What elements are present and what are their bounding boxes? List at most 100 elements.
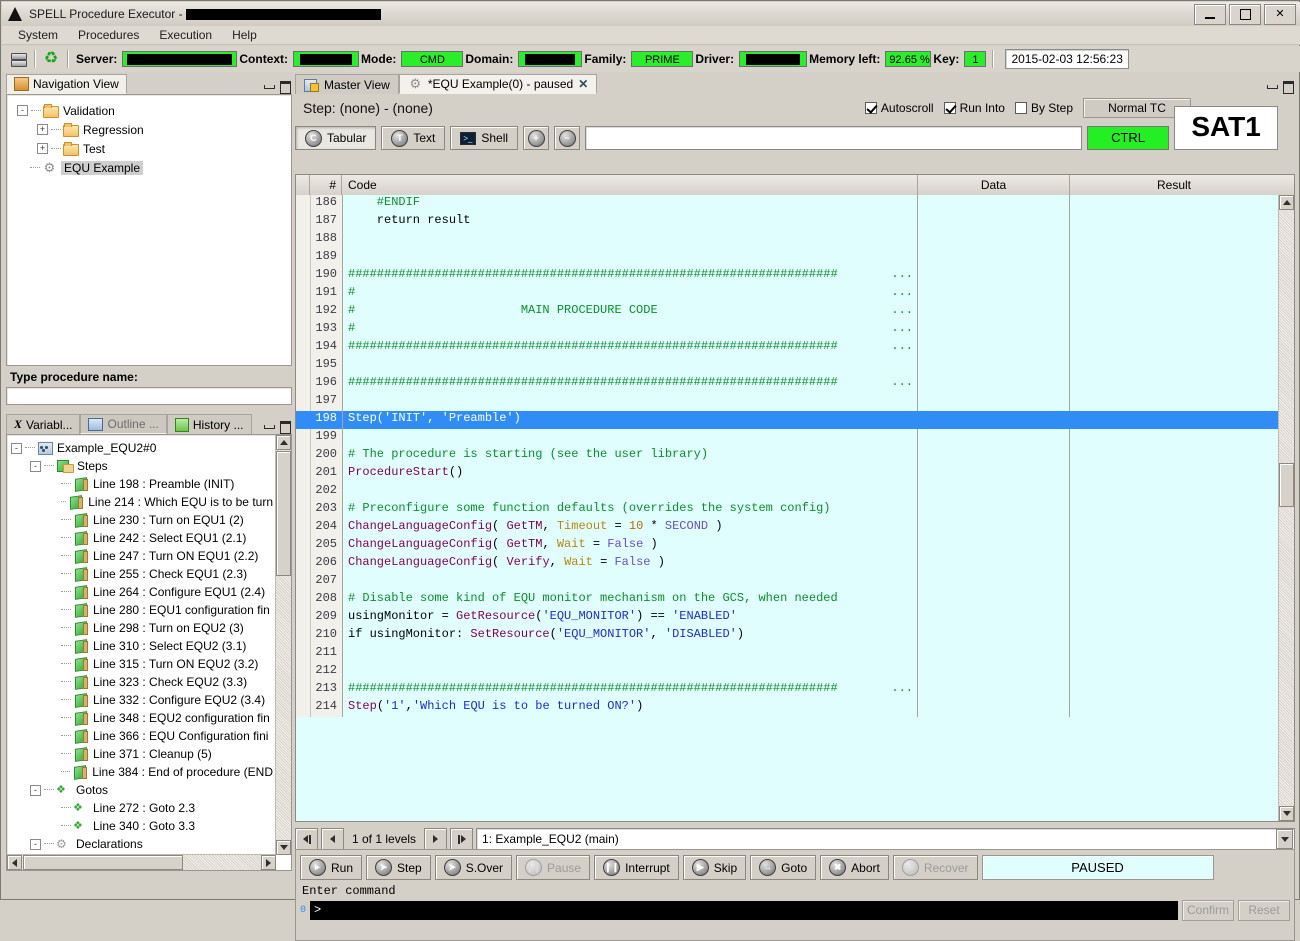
table-row[interactable]: 207 [296,573,1278,591]
list-item[interactable]: Line 247 : Turn ON EQU1 (2.2) [11,547,273,565]
table-row[interactable]: 214Step('1','Which EQU is to be turned O… [296,699,1278,717]
outline-row-declarations[interactable]: - ⚙ Declarations [11,835,273,853]
scroll-left-button[interactable] [7,855,22,870]
menu-item-procedures[interactable]: Procedures [68,27,149,43]
table-row[interactable]: 200# The procedure is starting (see the … [296,447,1278,465]
table-row[interactable]: 206ChangeLanguageConfig( Verify, Wait = … [296,555,1278,573]
close-button[interactable]: ✕ [1264,4,1296,25]
maximize-panel-icon[interactable] [1282,81,1293,91]
table-row[interactable]: 205ChangeLanguageConfig( GetTM, Wait = F… [296,537,1278,555]
minimize-panel-icon[interactable] [263,421,274,431]
outline-row-gotos[interactable]: - ❖ Gotos [11,781,273,799]
next-level-button[interactable] [424,828,447,850]
list-item[interactable]: Line 310 : Select EQU2 (3.1) [11,637,273,655]
navigation-tree[interactable]: - Validation + Regression + [6,94,292,366]
chevron-down-icon[interactable] [1276,829,1293,849]
previous-level-button[interactable] [321,828,344,850]
list-item[interactable]: ❖Line 272 : Goto 2.3 [11,799,273,817]
list-item[interactable]: Line 255 : Check EQU1 (2.3) [11,565,273,583]
list-item[interactable]: Line 198 : Preamble (INIT) [11,475,273,493]
tab-navigation-view[interactable]: Navigation View [6,74,127,94]
menu-item-system[interactable]: System [8,27,68,43]
zoom-in-button[interactable]: + [523,126,549,150]
table-row[interactable]: 201ProcedureStart() [296,465,1278,483]
tree-node-validation[interactable]: - Validation [11,101,287,120]
scroll-thumb[interactable] [276,451,291,576]
table-row[interactable]: 202 [296,483,1278,501]
skip-button[interactable]: ▶Skip [683,855,746,880]
scroll-thumb[interactable] [1279,463,1294,507]
minimize-panel-icon[interactable] [1266,81,1277,91]
expand-toggle[interactable]: - [30,839,41,850]
table-row[interactable]: 193#... [296,321,1278,339]
list-item[interactable]: Line 371 : Cleanup (5) [11,745,273,763]
list-item[interactable]: Line 242 : Select EQU1 (2.1) [11,529,273,547]
code-vertical-scrollbar[interactable] [1278,195,1294,821]
code-lines[interactable]: 186 #ENDIF 187 return result 188 189 190… [296,195,1278,821]
expand-toggle[interactable]: - [11,443,22,454]
outline-row-root[interactable]: - Example_EQU2#0 [11,439,273,457]
step-button[interactable]: ➤Step [366,855,431,880]
tree-node-regression[interactable]: + Regression [11,120,287,139]
list-item[interactable]: Line 230 : Turn on EQU1 (2) [11,511,273,529]
tab-history[interactable]: History ... [167,414,252,434]
scroll-down-button[interactable] [276,840,291,855]
list-item[interactable]: Line 348 : EQU2 configuration fin [11,709,273,727]
run-into-checkbox[interactable] [944,102,956,114]
outline-horizontal-scrollbar[interactable] [7,854,276,870]
list-item[interactable]: Line 315 : Turn ON EQU2 (3.2) [11,655,273,673]
expand-toggle[interactable]: + [37,143,48,154]
tabular-view-button[interactable]: C Tabular [295,126,376,150]
tab-equ-example[interactable]: ⚙ *EQU Example(0) - paused ✕ [399,74,597,94]
scroll-up-button[interactable] [276,435,291,450]
abort-button[interactable]: ✖Abort [820,855,889,880]
maximize-panel-icon[interactable] [279,81,290,91]
last-level-button[interactable] [450,828,473,850]
shell-view-button[interactable]: >_ Shell [450,126,518,150]
interrupt-button[interactable]: ❙❙Interrupt [594,855,679,880]
list-item[interactable]: Line 366 : EQU Configuration fini [11,727,273,745]
list-item[interactable]: Line 280 : EQU1 configuration fin [11,601,273,619]
table-row[interactable]: 204ChangeLanguageConfig( GetTM, Timeout … [296,519,1278,537]
scroll-up-button[interactable] [1279,195,1294,210]
menu-item-help[interactable]: Help [222,27,267,43]
first-level-button[interactable] [295,828,318,850]
table-row[interactable]: 210if usingMonitor: SetResource('EQU_MON… [296,627,1278,645]
outline-vertical-scrollbar[interactable] [275,435,291,855]
table-row[interactable]: 203# Preconfigure some function defaults… [296,501,1278,519]
outline-row-steps[interactable]: - Steps [11,457,273,475]
table-row[interactable]: 188 [296,231,1278,249]
outline-tree[interactable]: - Example_EQU2#0 - Steps Line 198 : Prea… [6,434,292,871]
menu-item-execution[interactable]: Execution [149,27,222,43]
table-row[interactable]: 208# Disable some kind of EQU monitor me… [296,591,1278,609]
minimize-panel-icon[interactable] [263,81,274,91]
table-row[interactable]: 187 return result [296,213,1278,231]
call-stack-select[interactable]: 1: Example_EQU2 (main) [476,828,1295,850]
maximize-panel-icon[interactable] [279,421,290,431]
step-over-button[interactable]: ➤S.Over [435,855,512,880]
server-icon[interactable] [8,49,28,69]
table-row[interactable]: 211 [296,645,1278,663]
table-row[interactable]: 209usingMonitor = GetResource('EQU_MONIT… [296,609,1278,627]
tab-master-view[interactable]: Master View [295,74,399,94]
goto-button[interactable]: →Goto [750,855,816,880]
table-row[interactable]: 186 #ENDIF [296,195,1278,213]
list-item[interactable]: Line 323 : Check EQU2 (3.3) [11,673,273,691]
close-icon[interactable]: ✕ [578,77,588,91]
expand-toggle[interactable]: - [30,461,41,472]
table-row[interactable]: 195 [296,357,1278,375]
table-row[interactable]: 212 [296,663,1278,681]
search-input[interactable] [585,126,1082,150]
minimize-button[interactable] [1194,4,1226,25]
expand-toggle[interactable]: - [17,105,28,116]
procedure-name-input[interactable] [6,387,292,405]
table-row[interactable]: 194#####################################… [296,339,1278,357]
table-row-current[interactable]: 198Step('INIT', 'Preamble') [296,411,1278,429]
list-item[interactable]: Line 384 : End of procedure (END [11,763,273,781]
list-item[interactable]: Line 332 : Configure EQU2 (3.4) [11,691,273,709]
expand-toggle[interactable]: + [37,124,48,135]
table-row[interactable]: 197 [296,393,1278,411]
table-row[interactable]: 190#####################################… [296,267,1278,285]
expand-toggle[interactable]: - [30,785,41,796]
table-row[interactable]: 192# MAIN PROCEDURE CODE... [296,303,1278,321]
